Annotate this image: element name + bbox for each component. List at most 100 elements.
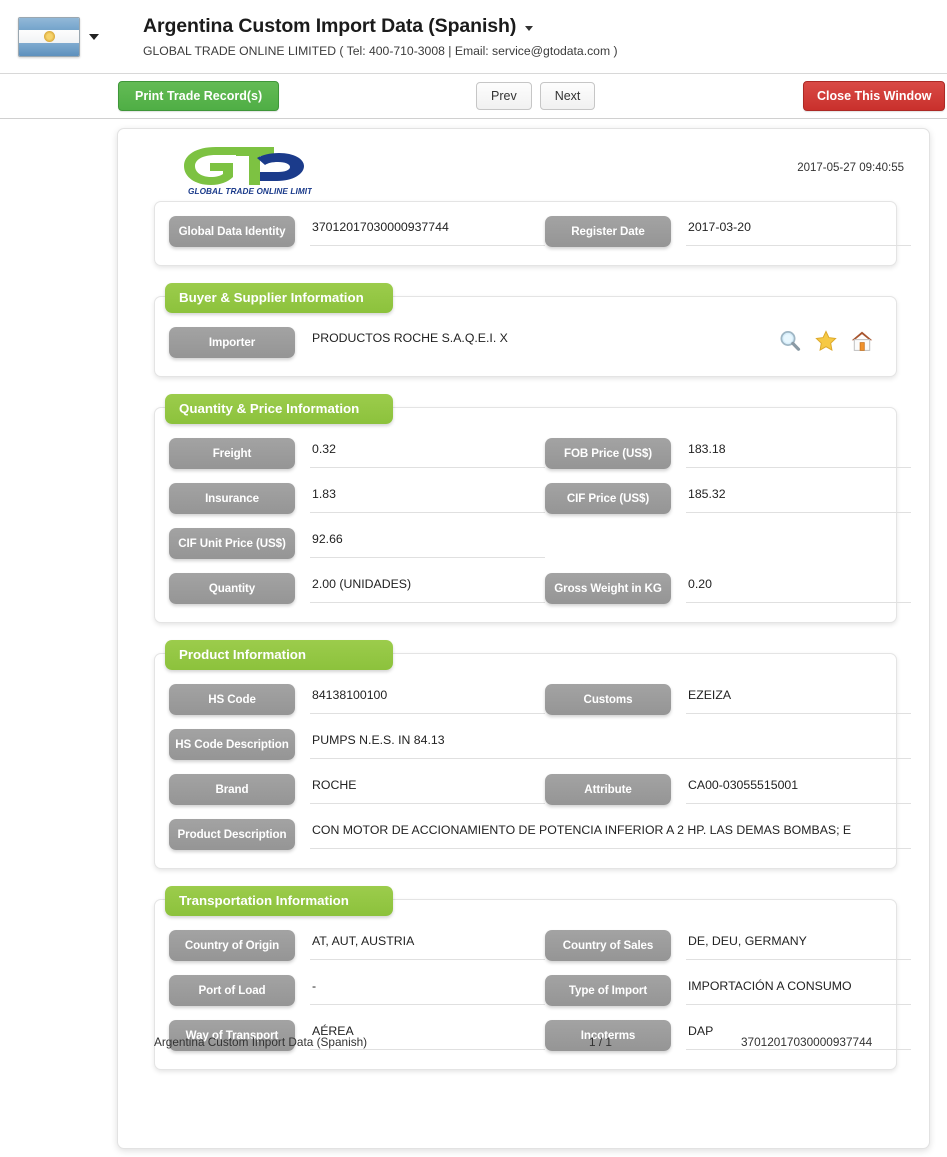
pagination-controls: Prev Next: [476, 81, 596, 111]
flag-band-top: [19, 17, 79, 31]
search-icon[interactable]: [778, 329, 802, 353]
quantity-field: Quantity 2.00 (UNIDADES): [169, 573, 545, 604]
attribute-value: CA00-03055515001: [686, 774, 911, 804]
insurance-cif-row: Insurance 1.83 CIF Price (US$) 185.32: [169, 483, 911, 514]
customs-value: EZEIZA: [686, 684, 911, 714]
country-selector[interactable]: [18, 16, 99, 57]
type-of-import-label: Type of Import: [545, 975, 671, 1006]
country-of-sales-value: DE, DEU, GERMANY: [686, 930, 911, 960]
importer-row: Importer PRODUCTOS ROCHE S.A.Q.E.I. X: [169, 327, 878, 358]
attribute-label: Attribute: [545, 774, 671, 805]
cif-unit-price-label: CIF Unit Price (US$): [169, 528, 295, 559]
footer-dataset-name: Argentina Custom Import Data (Spanish): [154, 1035, 368, 1049]
freight-fob-row: Freight 0.32 FOB Price (US$) 183.18: [169, 438, 911, 469]
hs-code-description-field: HS Code Description PUMPS N.E.S. IN 84.1…: [169, 729, 911, 760]
record-actions: [778, 329, 874, 353]
insurance-value: 1.83: [310, 483, 545, 513]
hs-code-field: HS Code 84138100100: [169, 684, 545, 715]
freight-field: Freight 0.32: [169, 438, 545, 469]
brand-label: Brand: [169, 774, 295, 805]
global-data-identity-value: 37012017030000937744: [310, 216, 545, 246]
flag-sun-icon: [43, 31, 55, 42]
buyer-supplier-section-title: Buyer & Supplier Information: [165, 283, 393, 313]
page-title: Argentina Custom Import Data (Spanish): [143, 15, 517, 37]
insurance-field: Insurance 1.83: [169, 483, 545, 514]
product-description-label: Product Description: [169, 819, 295, 850]
hs-code-description-row: HS Code Description PUMPS N.E.S. IN 84.1…: [169, 729, 911, 760]
identity-row: Global Data Identity 3701201703000093774…: [169, 216, 911, 247]
transportation-information-section-title: Transportation Information: [165, 886, 393, 916]
register-date-label: Register Date: [545, 216, 671, 247]
document-timestamp: 2017-05-27 09:40:55: [797, 162, 904, 174]
header-title-block: Argentina Custom Import Data (Spanish) G…: [143, 15, 618, 58]
prev-button[interactable]: Prev: [476, 81, 532, 111]
hs-code-customs-row: HS Code 84138100100 Customs EZEIZA: [169, 684, 911, 715]
identity-section: Global Data Identity 3701201703000093774…: [154, 201, 911, 266]
importer-label: Importer: [169, 327, 295, 358]
gross-weight-label: Gross Weight in KG: [545, 573, 671, 604]
next-button[interactable]: Next: [539, 81, 596, 111]
global-data-identity-label: Global Data Identity: [169, 216, 295, 247]
footer-record-id: 37012017030000937744: [741, 1035, 873, 1049]
trade-record-card: GLOBAL TRADE ONLINE LIMITED 2017-05-27 0…: [117, 128, 930, 1149]
port-of-load-label: Port of Load: [169, 975, 295, 1006]
fob-price-label: FOB Price (US$): [545, 438, 671, 469]
app-header: Argentina Custom Import Data (Spanish) G…: [0, 0, 947, 74]
register-date-value: 2017-03-20: [686, 216, 911, 246]
cif-unit-price-value: 92.66: [310, 528, 545, 558]
company-contact-line: GLOBAL TRADE ONLINE LIMITED ( Tel: 400-7…: [143, 44, 618, 58]
country-of-origin-field: Country of Origin AT, AUT, AUSTRIA: [169, 930, 545, 961]
freight-label: Freight: [169, 438, 295, 469]
port-of-load-field: Port of Load -: [169, 975, 545, 1006]
print-trade-records-button[interactable]: Print Trade Record(s): [118, 80, 280, 112]
brand-value: ROCHE: [310, 774, 545, 804]
quantity-value: 2.00 (UNIDADES): [310, 573, 545, 603]
svg-text:GLOBAL TRADE ONLINE LIMITED: GLOBAL TRADE ONLINE LIMITED: [188, 187, 312, 196]
footer-page-number: 1 / 1: [589, 1035, 612, 1049]
argentina-flag-icon[interactable]: [18, 16, 80, 57]
home-icon[interactable]: [850, 329, 874, 353]
customs-field: Customs EZEIZA: [545, 684, 911, 715]
star-icon[interactable]: [814, 329, 838, 353]
cif-unit-price-row: CIF Unit Price (US$) 92.66: [169, 528, 878, 559]
cif-unit-price-field: CIF Unit Price (US$) 92.66: [169, 528, 545, 559]
quantity-label: Quantity: [169, 573, 295, 604]
hs-code-label: HS Code: [169, 684, 295, 715]
toolbar: Print Trade Record(s) Prev Next Close Th…: [0, 74, 947, 119]
product-information-section: Product Information HS Code 84138100100 …: [154, 640, 911, 869]
product-description-value: CON MOTOR DE ACCIONAMIENTO DE POTENCIA I…: [310, 819, 911, 849]
country-of-sales-field: Country of Sales DE, DEU, GERMANY: [545, 930, 911, 961]
cif-price-value: 185.32: [686, 483, 911, 513]
port-of-load-type-of-import-row: Port of Load - Type of Import IMPORTACIÓ…: [169, 975, 911, 1006]
buyer-supplier-section: Buyer & Supplier Information Importer PR…: [154, 283, 897, 377]
register-date-field: Register Date 2017-03-20: [545, 216, 911, 247]
cif-price-field: CIF Price (US$) 185.32: [545, 483, 911, 514]
attribute-field: Attribute CA00-03055515001: [545, 774, 911, 805]
quantity-price-section: Quantity & Price Information Freight 0.3…: [154, 394, 911, 623]
hs-code-value: 84138100100: [310, 684, 545, 714]
chevron-down-icon[interactable]: [89, 33, 99, 40]
gross-weight-value: 0.20: [686, 573, 911, 603]
gto-logo: GLOBAL TRADE ONLINE LIMITED: [178, 141, 312, 197]
product-description-row: Product Description CON MOTOR DE ACCIONA…: [169, 819, 911, 850]
quantity-price-section-body: Freight 0.32 FOB Price (US$) 183.18 Insu…: [154, 407, 911, 623]
global-data-identity-field: Global Data Identity 3701201703000093774…: [169, 216, 545, 247]
identity-section-body: Global Data Identity 3701201703000093774…: [154, 201, 911, 266]
product-description-field: Product Description CON MOTOR DE ACCIONA…: [169, 819, 911, 850]
title-chevron-down-icon[interactable]: [525, 26, 534, 31]
type-of-import-field: Type of Import IMPORTACIÓN A CONSUMO: [545, 975, 911, 1006]
cif-price-label: CIF Price (US$): [545, 483, 671, 514]
quantity-price-section-title: Quantity & Price Information: [165, 394, 393, 424]
country-of-origin-label: Country of Origin: [169, 930, 295, 961]
country-origin-sales-row: Country of Origin AT, AUT, AUSTRIA Count…: [169, 930, 911, 961]
fob-price-field: FOB Price (US$) 183.18: [545, 438, 911, 469]
document-footer: Argentina Custom Import Data (Spanish) 1…: [118, 1035, 929, 1049]
close-this-window-button[interactable]: Close This Window: [803, 80, 946, 112]
document-header: GLOBAL TRADE ONLINE LIMITED 2017-05-27 0…: [118, 129, 929, 201]
country-of-origin-value: AT, AUT, AUSTRIA: [310, 930, 545, 960]
hs-code-description-label: HS Code Description: [169, 729, 295, 760]
gross-weight-field: Gross Weight in KG 0.20: [545, 573, 911, 604]
hs-code-description-value: PUMPS N.E.S. IN 84.13: [310, 729, 911, 759]
product-information-section-body: HS Code 84138100100 Customs EZEIZA HS Co…: [154, 653, 911, 869]
brand-attribute-row: Brand ROCHE Attribute CA00-03055515001: [169, 774, 911, 805]
